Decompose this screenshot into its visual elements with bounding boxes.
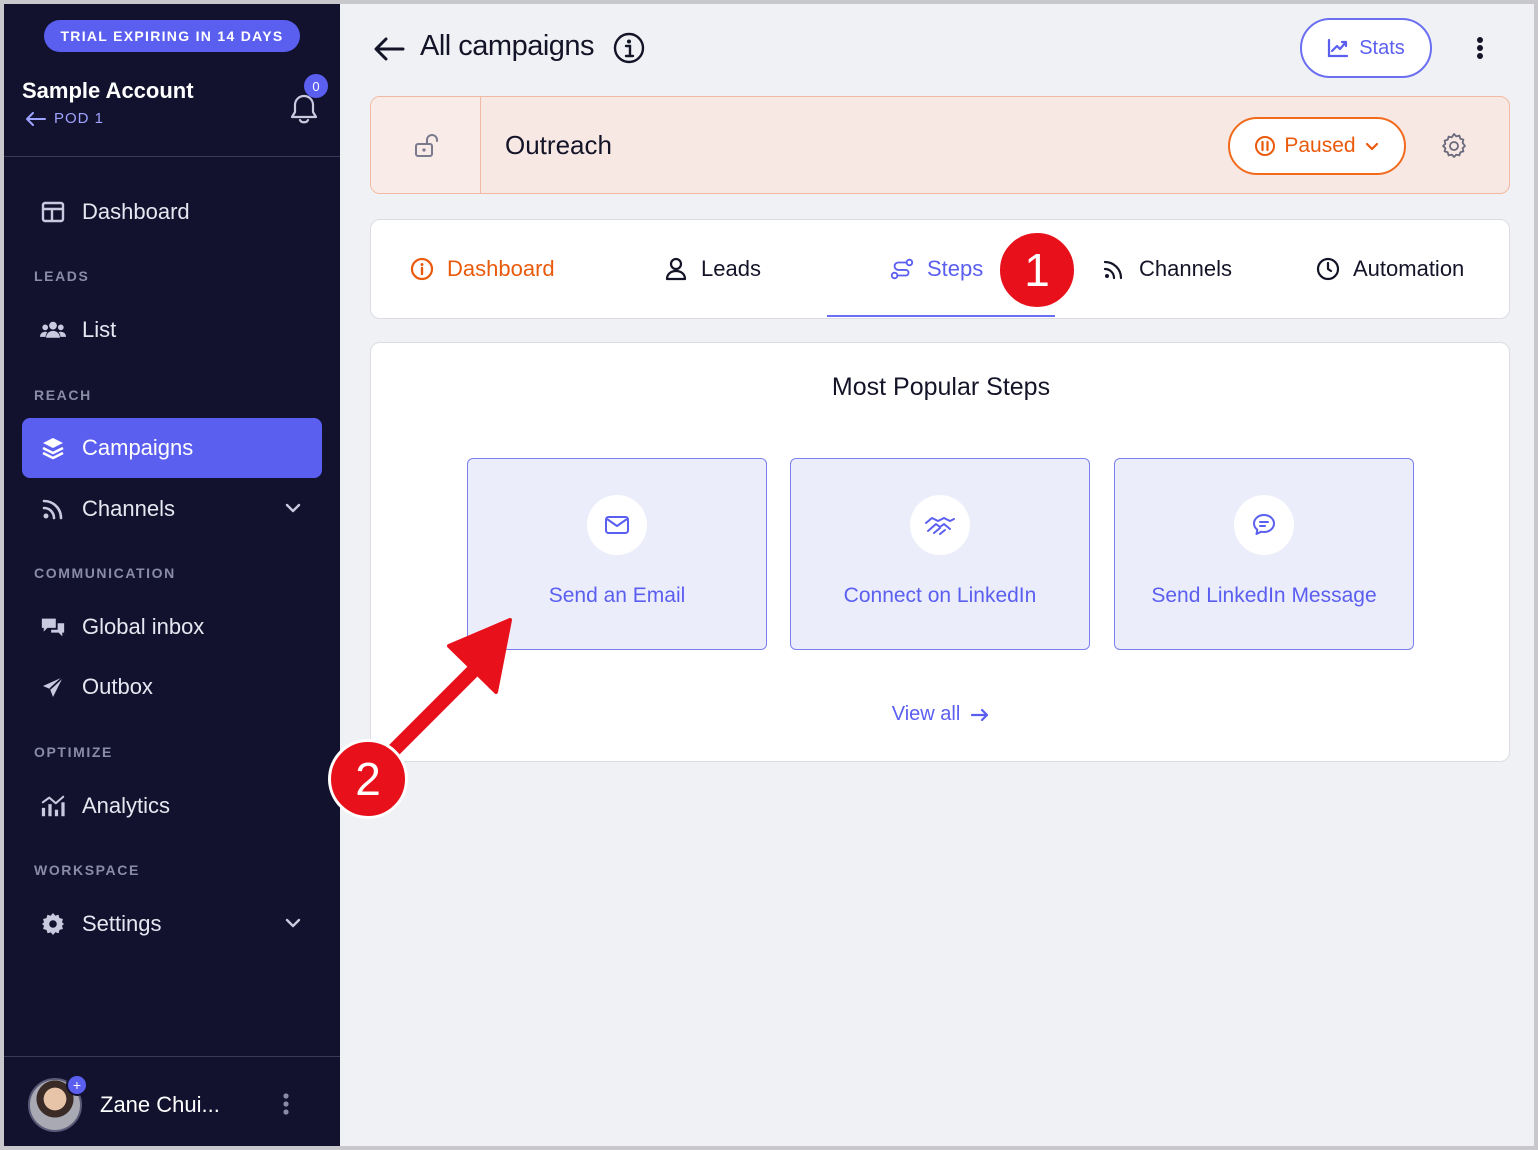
sidebar-item-channels[interactable]: Channels [22,479,322,539]
tab-dashboard[interactable]: Dashboard [409,220,555,318]
pod-label: POD 1 [54,110,105,127]
status-dropdown[interactable]: Paused [1228,117,1406,175]
handshake-icon [910,495,970,555]
trend-chart-icon [1328,38,1349,58]
section-label-optimize: OPTIMIZE [34,744,113,760]
tab-label: Leads [701,256,761,281]
sidebar-item-list[interactable]: List [22,300,322,360]
step-card-send-linkedin-message[interactable]: Send LinkedIn Message [1114,458,1414,650]
chat-bubbles-icon [40,614,66,640]
sidebar-item-label: Dashboard [82,199,190,224]
sidebar-item-label: Campaigns [82,435,194,460]
sidebar-item-outbox[interactable]: Outbox [22,657,322,717]
sidebar-item-label: Settings [82,911,162,936]
user-profile[interactable]: + Zane Chui... [4,1056,340,1146]
section-label-leads: LEADS [34,268,90,284]
stats-button[interactable]: Stats [1300,18,1432,78]
trial-banner[interactable]: TRIAL EXPIRING IN 14 DAYS [44,20,300,52]
rss-icon [1101,256,1127,282]
account-name[interactable]: Sample Account [22,78,194,104]
tab-label: Channels [1139,256,1232,281]
layers-icon [40,435,66,461]
page-title: All campaigns [420,30,595,62]
status-label: Paused [1284,134,1356,157]
unlock-icon [414,134,438,157]
envelope-icon [587,495,647,555]
layout-icon [40,199,66,225]
plus-icon[interactable]: + [66,1074,88,1096]
clock-icon [1315,256,1341,282]
sidebar-item-campaigns[interactable]: Campaigns [22,418,322,478]
panel-title: Most Popular Steps [831,373,1051,401]
sidebar-item-label: Outbox [82,674,153,699]
chevron-down-icon [1365,142,1378,151]
active-tab-indicator [827,315,1055,317]
stats-label: Stats [1359,36,1405,59]
arrow-left-icon [26,111,46,126]
chat-icon [1234,495,1294,555]
kebab-menu-icon[interactable] [274,1090,298,1118]
step-card-send-email[interactable]: Send an Email [467,458,767,650]
user-name: Zane Chui... [100,1092,220,1117]
campaign-settings-icon[interactable] [1439,131,1469,161]
section-label-reach: REACH [34,387,92,403]
rss-icon [40,496,66,522]
view-all-link[interactable]: View all [371,703,1511,726]
tab-steps[interactable]: Steps [889,220,983,318]
popular-steps-panel: Most Popular Steps Send an Email Connect… [370,342,1510,762]
tab-label: Automation [1353,256,1465,281]
tab-label: Dashboard [447,256,555,281]
section-label-workspace: WORKSPACE [34,862,140,878]
users-icon [40,317,66,343]
info-icon[interactable] [612,31,646,65]
pod-switcher[interactable]: POD 1 [26,110,104,127]
step-card-connect-linkedin[interactable]: Connect on LinkedIn [790,458,1090,650]
chart-icon [40,793,66,819]
tab-channels[interactable]: Channels [1101,220,1232,318]
more-options-icon[interactable] [1466,32,1494,64]
tab-label: Steps [927,256,984,281]
pause-circle-icon [1255,136,1276,156]
sidebar-item-label: List [82,317,117,342]
step-label: Send LinkedIn Message [1151,584,1377,607]
paper-plane-icon [40,674,66,700]
tab-automation[interactable]: Automation [1315,220,1464,318]
sidebar-item-analytics[interactable]: Analytics [22,776,322,836]
view-all-label: View all [891,703,961,725]
sidebar-divider [4,156,340,157]
sidebar-item-dashboard[interactable]: Dashboard [22,182,322,242]
campaign-header: Outreach Paused [370,96,1510,194]
sidebar-item-label: Channels [82,496,175,521]
tab-leads[interactable]: Leads [663,220,761,318]
sidebar-item-settings[interactable]: Settings [22,894,322,954]
campaign-tabs: Dashboard Leads Steps Channels Automatio… [370,219,1510,319]
step-label: Send an Email [548,584,686,607]
steps-icon [889,256,915,282]
lock-toggle[interactable] [371,97,481,193]
sidebar-item-global-inbox[interactable]: Global inbox [22,597,322,657]
back-arrow-icon[interactable] [372,32,406,66]
notification-count-badge: 0 [304,74,328,98]
annotation-badge-1: 1 [997,230,1077,310]
chevron-down-icon[interactable] [282,912,304,934]
info-circle-icon [409,256,435,282]
gear-icon [40,911,66,937]
arrow-right-icon [971,708,989,721]
sidebar: TRIAL EXPIRING IN 14 DAYS Sample Account… [4,4,340,1146]
section-label-communication: COMMUNICATION [34,565,176,581]
annotation-badge-2: 2 [328,739,408,819]
user-icon [663,256,689,282]
step-label: Connect on LinkedIn [843,584,1037,607]
chevron-down-icon[interactable] [282,497,304,519]
sidebar-item-label: Global inbox [82,614,205,639]
sidebar-item-label: Analytics [82,793,171,818]
campaign-name[interactable]: Outreach [505,130,612,161]
